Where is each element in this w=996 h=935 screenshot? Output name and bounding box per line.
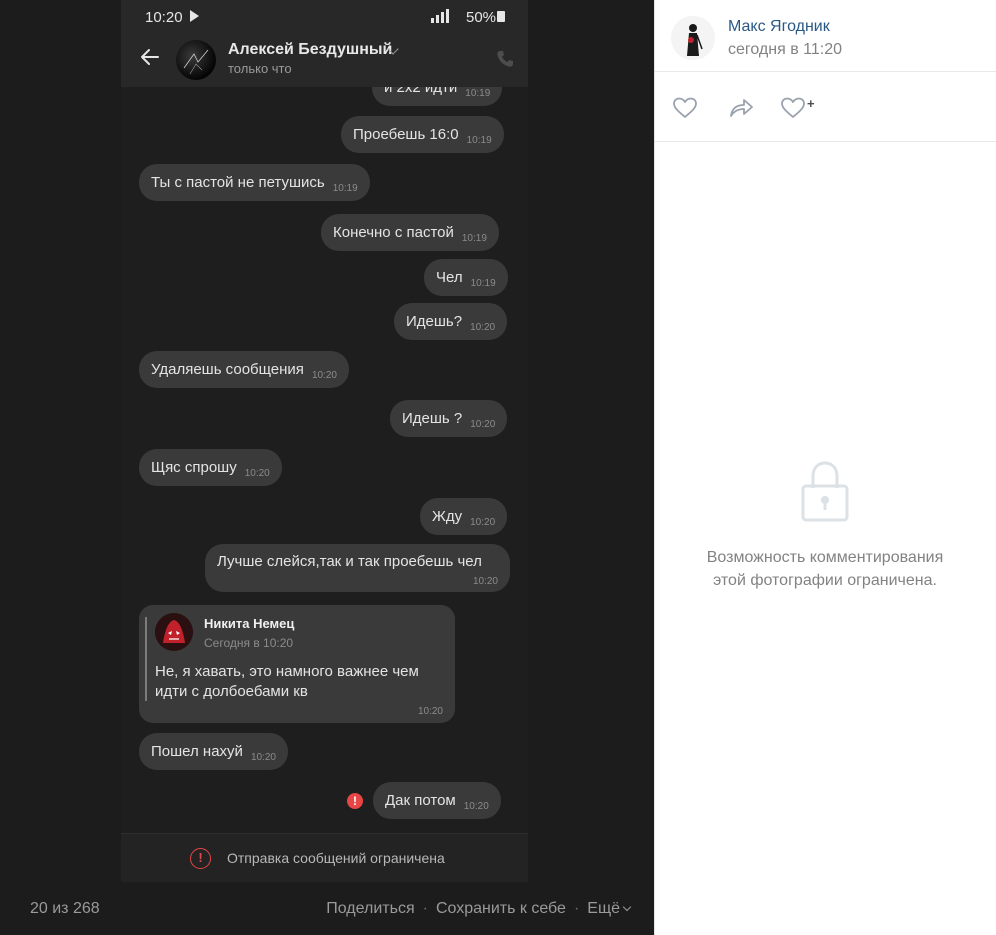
message-time: 10:20 xyxy=(244,468,270,479)
status-bar: 10:20 50% xyxy=(121,0,528,32)
message-time: 10:19 xyxy=(470,278,496,289)
action-bar: + xyxy=(655,72,996,142)
message-text: и 2х2 идти xyxy=(384,87,458,96)
message-text: Чел xyxy=(436,269,463,286)
message-text: Пошел нахуй xyxy=(151,743,243,760)
message-time: 10:20 xyxy=(470,322,496,333)
message-bubble[interactable]: Щяс спрошу 10:20 xyxy=(139,449,282,486)
add-to-bookmarks-icon[interactable]: + xyxy=(779,94,815,122)
message-bubble[interactable]: Конечно с пастой 10:19 xyxy=(321,214,499,251)
photo-info-panel: Макс Ягодник сегодня в 11:20 + Возможнос… xyxy=(654,0,996,935)
message-text: Жду xyxy=(432,508,463,525)
save-link[interactable]: Сохранить к себе xyxy=(436,900,566,918)
chat-header: Алексей Бездушный только что xyxy=(121,32,528,87)
restriction-text: Отправка сообщений ограничена xyxy=(227,850,445,866)
share-link[interactable]: Поделиться xyxy=(326,900,414,918)
note-line-1: Возможность комментирования xyxy=(706,549,944,566)
message-bubble[interactable]: Дак потом 10:20 xyxy=(373,782,501,819)
author-name[interactable]: Макс Ягодник xyxy=(728,18,830,36)
message-time: 10:20 xyxy=(417,706,443,717)
phone-icon[interactable] xyxy=(495,49,515,69)
error-icon[interactable]: ! xyxy=(347,793,363,809)
lock-icon xyxy=(801,461,849,522)
play-icon xyxy=(190,10,199,22)
photo-actions: Поделиться · Сохранить к себе · Ещё xyxy=(326,900,632,918)
battery-percent: 50% xyxy=(466,9,497,26)
message-bubble[interactable]: Лучше слейся,так и так проебешь чел 10:2… xyxy=(205,544,510,592)
message-bubble[interactable]: Пошел нахуй 10:20 xyxy=(139,733,288,770)
contact-avatar[interactable] xyxy=(176,40,216,80)
message-text: Удаляешь сообщения xyxy=(151,361,304,378)
note-line-2: этой фотографии ограничена. xyxy=(713,572,937,589)
restriction-bar: ! Отправка сообщений ограничена xyxy=(121,833,528,882)
message-text: Лучше слейся,так и так проебешь чел xyxy=(217,553,482,570)
message-text: Проебешь 16:0 xyxy=(353,126,459,143)
more-menu[interactable]: Ещё xyxy=(587,900,632,918)
message-bubble[interactable]: Чел 10:19 xyxy=(424,259,508,296)
message-text: Идешь ? xyxy=(402,410,463,427)
message-time: 10:19 xyxy=(461,233,487,244)
message-bubble[interactable]: Идешь ? 10:20 xyxy=(390,400,508,437)
message-bubble[interactable]: Ты с пастой не петушись 10:19 xyxy=(139,164,370,201)
error-icon: ! xyxy=(190,848,211,869)
author-block: Макс Ягодник сегодня в 11:20 xyxy=(655,0,996,72)
message-text: Конечно с пастой xyxy=(333,224,454,241)
like-icon[interactable] xyxy=(671,94,699,122)
message-time: 10:20 xyxy=(463,801,489,812)
forwarded-date: Сегодня в 10:20 xyxy=(204,636,294,650)
message-text: Щяс спрошу xyxy=(151,459,237,476)
post-date[interactable]: сегодня в 11:20 xyxy=(728,41,842,59)
status-time: 10:20 xyxy=(145,9,183,26)
photo-viewer: 10:20 50% Алексей Бездушный только что и… xyxy=(0,0,654,935)
message-time: 10:20 xyxy=(470,419,496,430)
message-time: 10:20 xyxy=(311,370,337,381)
message-time: 10:20 xyxy=(472,576,498,587)
forwarded-author-name[interactable]: Никита Немец xyxy=(204,616,294,631)
message-time: 10:19 xyxy=(466,135,492,146)
signal-icon xyxy=(431,9,449,23)
chevron-down-icon xyxy=(622,902,632,912)
comments-restricted-note: Возможность комментирования этой фотогра… xyxy=(675,546,975,592)
photo-counter: 20 из 268 xyxy=(30,900,100,917)
message-bubble[interactable]: и 2х2 идти 10:19 xyxy=(372,87,503,106)
forwarded-message[interactable]: Никита Немец Сегодня в 10:20 Не, я хават… xyxy=(139,605,455,723)
share-icon[interactable] xyxy=(727,94,755,122)
back-arrow-icon[interactable] xyxy=(139,46,161,68)
message-text: Ты с пастой не петушись xyxy=(151,174,325,191)
message-time: 10:20 xyxy=(470,517,496,528)
author-avatar[interactable] xyxy=(671,16,715,60)
battery-icon xyxy=(497,11,505,22)
last-seen: только что xyxy=(228,61,292,76)
screenshot-photo[interactable]: 10:20 50% Алексей Бездушный только что и… xyxy=(121,0,528,882)
message-time: 10:19 xyxy=(332,183,358,194)
forwarded-text: Не, я хавать, это намного важнее чем идт… xyxy=(155,663,419,700)
separator: · xyxy=(422,900,428,917)
forwarded-author-avatar[interactable] xyxy=(155,613,193,651)
message-bubble[interactable]: Проебешь 16:0 10:19 xyxy=(341,116,504,153)
quote-bar xyxy=(145,617,147,701)
more-label: Ещё xyxy=(587,900,620,917)
message-bubble[interactable]: Жду 10:20 xyxy=(420,498,508,535)
contact-name[interactable]: Алексей Бездушный xyxy=(228,41,392,59)
message-bubble[interactable]: Идешь? 10:20 xyxy=(394,303,508,340)
message-time: 10:19 xyxy=(465,88,491,99)
message-list[interactable]: и 2х2 идти 10:19 Проебешь 16:0 10:19 Ты с … xyxy=(121,87,528,833)
message-bubble[interactable]: Удаляешь сообщения 10:20 xyxy=(139,351,349,388)
message-text: Дак потом xyxy=(385,792,456,809)
plus-label: + xyxy=(807,96,815,111)
separator: · xyxy=(573,900,580,917)
message-text: Идешь? xyxy=(406,313,463,330)
message-time: 10:20 xyxy=(250,752,276,763)
